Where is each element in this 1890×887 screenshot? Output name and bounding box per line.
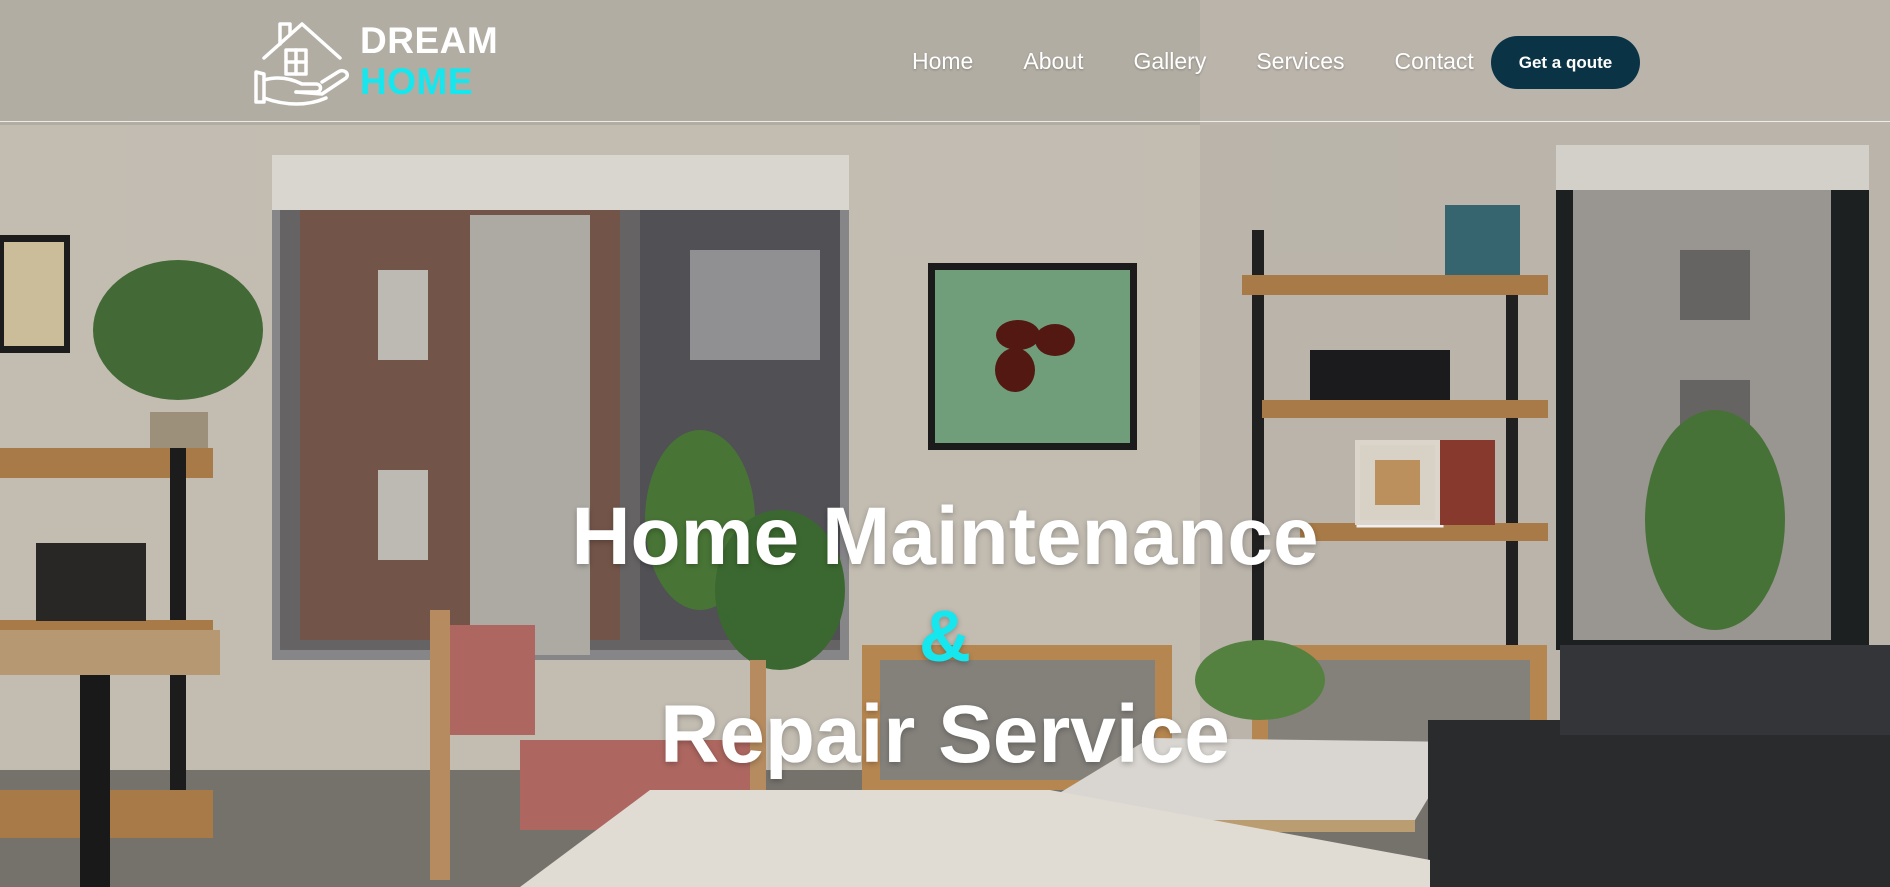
get-quote-button[interactable]: Get a qoute xyxy=(1491,36,1640,89)
site-header: DREAM HOME Home About Gallery Services C… xyxy=(0,0,1890,122)
nav-link-home[interactable]: Home xyxy=(912,48,973,75)
brand-logo[interactable]: DREAM HOME xyxy=(250,14,498,108)
nav-link-services[interactable]: Services xyxy=(1256,48,1344,75)
nav-link-gallery[interactable]: Gallery xyxy=(1133,48,1206,75)
logo-wordmark-home: HOME xyxy=(360,61,473,102)
nav-link-contact[interactable]: Contact xyxy=(1395,48,1474,75)
hero-section: DREAM HOME Home About Gallery Services C… xyxy=(0,0,1890,887)
hero-title-line2: Repair Service xyxy=(660,689,1230,780)
hero-title-line1: Home Maintenance xyxy=(571,491,1319,582)
logo-wordmark-dream: DREAM xyxy=(360,20,499,61)
main-nav: Home About Gallery Services Contact xyxy=(912,48,1524,75)
hero-ampersand: & xyxy=(919,597,971,677)
house-in-hand-icon xyxy=(254,22,350,106)
nav-link-about[interactable]: About xyxy=(1023,48,1083,75)
